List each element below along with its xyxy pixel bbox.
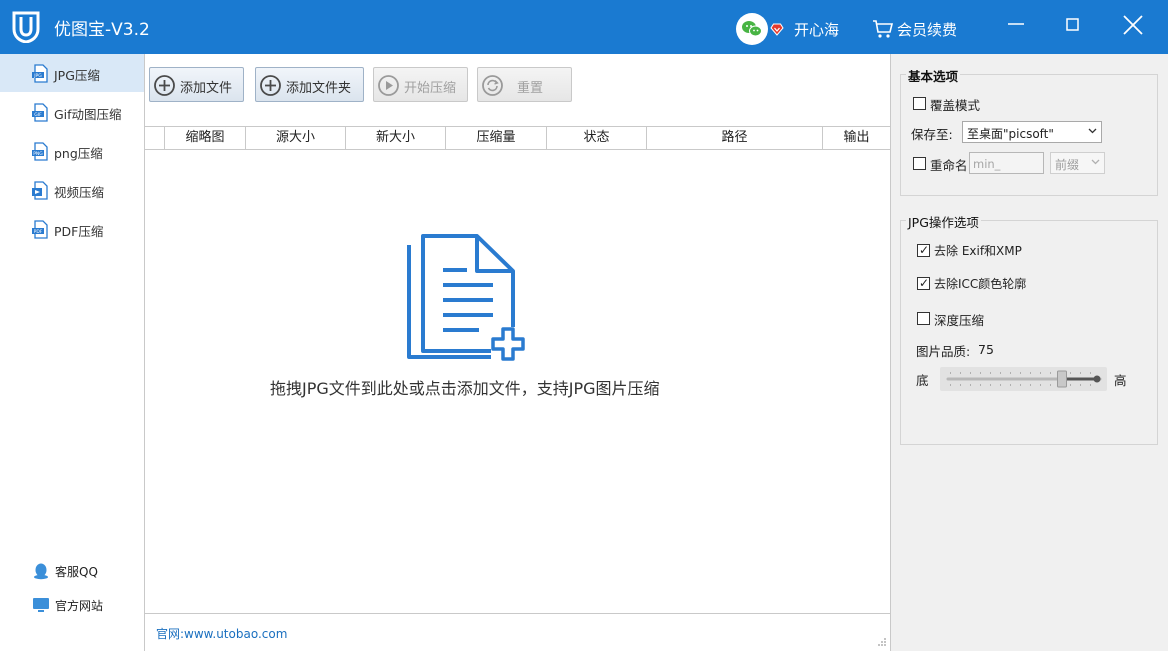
vip-heart-icon [770, 23, 784, 36]
remove-exif-label: 去除 Exif和XMP [934, 244, 1022, 258]
sidebar-item-jpg[interactable]: JPG JPG压缩 [0, 54, 144, 92]
play-icon [378, 75, 399, 96]
app-title: 优图宝-V3.2 [54, 20, 150, 40]
overwrite-checkbox[interactable] [913, 97, 926, 110]
deep-compress-checkbox[interactable] [917, 312, 930, 325]
rename-position-value: 前缀 [1055, 158, 1080, 172]
checkmark-icon: ✓ [919, 243, 930, 257]
column-header-path[interactable]: 路径 [646, 127, 822, 150]
minimize-icon[interactable] [1000, 10, 1034, 42]
sidebar-item-label: JPG压缩 [54, 68, 100, 83]
svg-text:JPG: JPG [33, 73, 42, 79]
close-icon[interactable] [1116, 10, 1150, 42]
basic-options-title: 基本选项 [906, 66, 961, 85]
maximize-icon[interactable] [1056, 10, 1090, 42]
overwrite-label: 覆盖模式 [930, 98, 981, 113]
pdf-file-icon: PDF [32, 220, 48, 239]
column-header-thumbnail[interactable]: 缩略图 [164, 127, 245, 150]
quality-slider[interactable] [940, 367, 1107, 391]
status-bar: 官网:www.utobao.com [145, 613, 890, 650]
remove-icc-checkbox[interactable]: ✓ [917, 276, 930, 290]
quality-high-label: 高 [1114, 373, 1127, 388]
png-file-icon: PNG [32, 142, 48, 161]
qq-penguin-icon [34, 563, 48, 580]
start-compress-button[interactable]: 开始压缩 [373, 67, 468, 102]
jpg-file-icon: JPG [32, 64, 48, 83]
sidebar-item-label: 视频压缩 [54, 185, 105, 200]
file-table-header: 缩略图 源大小 新大小 压缩量 状态 路径 输出 [145, 126, 890, 150]
add-folder-button[interactable]: 添加文件夹 [255, 67, 364, 102]
video-file-icon [32, 181, 48, 200]
sidebar-item-label: 客服QQ [55, 565, 98, 579]
svg-text:PDF: PDF [34, 229, 43, 235]
column-header-saved[interactable]: 压缩量 [445, 127, 546, 150]
sidebar-item-website[interactable]: 官方网站 [0, 590, 144, 620]
rename-position-select[interactable]: 前缀 [1050, 152, 1105, 174]
rename-label: 重命名 [930, 158, 968, 173]
app-logo-icon [12, 11, 40, 43]
save-location-value: 至桌面"picsoft" [967, 127, 1054, 141]
column-header-output[interactable]: 输出 [822, 127, 890, 150]
add-file-button[interactable]: 添加文件 [149, 67, 244, 102]
sidebar-item-label: PDF压缩 [54, 224, 104, 239]
sidebar-item-video[interactable]: 视频压缩 [0, 171, 144, 209]
gif-file-icon: GIF [32, 103, 48, 122]
sidebar-item-label: png压缩 [54, 146, 103, 161]
chevron-down-icon [1091, 159, 1100, 165]
jpg-options-title: JPG操作选项 [906, 212, 981, 231]
add-file-label: 添加文件 [180, 81, 233, 96]
reset-button[interactable]: 重置 [477, 67, 572, 102]
website-link[interactable]: 官网:www.utobao.com [156, 625, 287, 642]
add-folder-label: 添加文件夹 [286, 81, 352, 96]
refresh-icon [482, 75, 503, 96]
quality-low-label: 底 [916, 373, 929, 388]
plus-circle-icon [154, 75, 175, 96]
sidebar-item-gif[interactable]: GIF Gif动图压缩 [0, 93, 144, 131]
sidebar-item-png[interactable]: PNG png压缩 [0, 132, 144, 170]
deep-compress-label: 深度压缩 [934, 313, 985, 328]
slider-track-icon [946, 370, 1102, 388]
column-header-new-size[interactable]: 新大小 [345, 127, 445, 150]
resize-grip-icon[interactable] [877, 637, 887, 647]
rename-prefix-input[interactable]: min_ [969, 152, 1044, 174]
column-header-source-size[interactable]: 源大小 [245, 127, 345, 150]
rename-placeholder: min_ [973, 157, 1001, 171]
start-compress-label: 开始压缩 [404, 81, 457, 96]
renew-membership-link[interactable]: 会员续费 [897, 19, 957, 40]
quality-label: 图片品质: [916, 344, 971, 359]
save-to-label: 保存至: [911, 127, 953, 142]
chevron-down-icon [1088, 128, 1097, 134]
svg-text:PNG: PNG [33, 151, 43, 157]
plus-circle-icon [260, 75, 281, 96]
sidebar: JPG JPG压缩 GIF Gif动图压缩 PNG png压缩 视频压缩 PDF… [0, 54, 145, 651]
cart-icon[interactable] [872, 19, 894, 39]
username[interactable]: 开心海 [794, 19, 839, 40]
drop-hint-text: 拖拽JPG文件到此处或点击添加文件，支持JPG图片压缩 [270, 379, 660, 398]
document-add-icon[interactable] [405, 233, 527, 363]
checkmark-icon: ✓ [919, 276, 930, 290]
monitor-icon [33, 598, 49, 612]
svg-text:GIF: GIF [34, 112, 42, 118]
rename-checkbox[interactable] [913, 157, 926, 170]
sidebar-item-qq-support[interactable]: 客服QQ [0, 556, 144, 586]
quality-value: 75 [978, 342, 994, 357]
save-location-select[interactable]: 至桌面"picsoft" [962, 121, 1102, 143]
reset-label: 重置 [517, 81, 544, 96]
column-header-status[interactable]: 状态 [546, 127, 646, 150]
title-bar: 优图宝-V3.2 开心海 会员续费 [0, 0, 1168, 54]
remove-exif-checkbox[interactable]: ✓ [917, 243, 930, 257]
wechat-icon[interactable] [736, 13, 768, 45]
sidebar-item-pdf[interactable]: PDF PDF压缩 [0, 210, 144, 248]
sidebar-item-label: Gif动图压缩 [54, 107, 122, 122]
remove-icc-label: 去除ICC颜色轮廓 [934, 277, 1027, 291]
sidebar-item-label: 官方网站 [55, 599, 104, 613]
